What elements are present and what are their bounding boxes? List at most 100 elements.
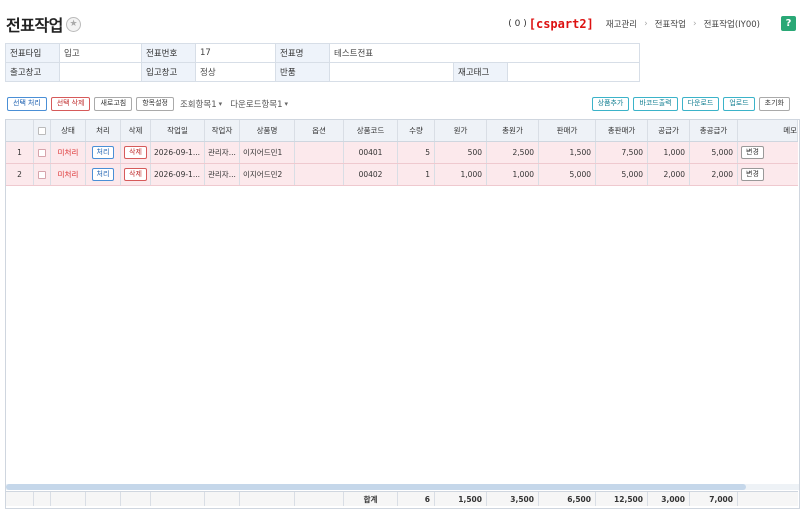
status-cell: 미처리 — [51, 142, 86, 163]
col-header-process[interactable]: 처리 — [86, 120, 121, 141]
memo-change-button[interactable]: 변경 — [741, 146, 764, 159]
process-button[interactable]: 처리 — [91, 168, 115, 181]
col-header-total-cost[interactable]: 총원가 — [487, 120, 539, 141]
total-supply-cell: 5,000 — [690, 142, 738, 163]
slip-info-form: 전표타입 입고 전표번호 17 전표명 테스트전표 출고창고 입고창고 정상 반… — [5, 43, 641, 82]
footer-blank — [205, 492, 240, 506]
outbound-warehouse-label: 출고창고 — [5, 62, 60, 82]
option-cell — [295, 142, 344, 163]
status-cell: 미처리 — [51, 164, 86, 185]
select-all-checkbox[interactable] — [38, 126, 46, 135]
memo-cell: 변경 — [738, 164, 798, 185]
supply-cell: 2,000 — [648, 164, 690, 185]
upload-button[interactable]: 업로드 — [723, 97, 755, 111]
row-checkbox[interactable] — [38, 170, 46, 179]
footer-total-label: 합계 — [344, 492, 398, 506]
total-cost-cell: 1,000 — [487, 164, 539, 185]
price-cell: 5,000 — [539, 164, 596, 185]
memo-cell: 변경 — [738, 142, 798, 163]
row-number-header — [6, 120, 34, 141]
col-header-worker[interactable]: 작업자 — [205, 120, 240, 141]
date-cell: 2026-09-1... — [151, 142, 205, 163]
footer-supply: 3,000 — [648, 492, 690, 506]
col-header-total-price[interactable]: 총판매가 — [596, 120, 648, 141]
col-header-date[interactable]: 작업일 — [151, 120, 205, 141]
count-indicator: ( 0 ) — [508, 19, 527, 29]
footer-blank — [738, 492, 798, 506]
slip-name-value: 테스트전표 — [328, 43, 641, 63]
stock-tag-value — [506, 62, 641, 82]
select-delete-button[interactable]: 선택 삭제 — [50, 97, 91, 111]
row-checkbox-cell[interactable] — [34, 164, 51, 185]
inbound-warehouse-label: 입고창고 — [141, 62, 196, 82]
row-checkbox-cell[interactable] — [34, 142, 51, 163]
table-row[interactable]: 2 미처리 처리 삭제 2026-09-1... 관리자... 이지어드민2 0… — [6, 164, 798, 186]
col-header-memo[interactable]: 메모 — [738, 120, 798, 141]
footer-cost: 1,500 — [435, 492, 487, 506]
column-settings-button[interactable]: 항목설정 — [136, 97, 174, 111]
memo-change-button[interactable]: 변경 — [741, 168, 764, 181]
chevron-down-icon: ▾ — [284, 100, 289, 108]
col-header-product[interactable]: 상품명 — [240, 120, 295, 141]
toolbar-left: 선택 처리 선택 삭제 새로고침 항목설정 조회항목1 ▾ 다운로드항목1 ▾ — [7, 97, 290, 111]
horizontal-scrollbar[interactable] — [6, 484, 746, 490]
download-items-value: 다운로드항목1 — [230, 100, 283, 110]
col-header-supply[interactable]: 공급가 — [648, 120, 690, 141]
stock-tag-label: 재고태그 — [453, 62, 508, 82]
row-checkbox[interactable] — [38, 148, 46, 157]
col-header-code[interactable]: 상품코드 — [344, 120, 398, 141]
col-header-total-supply[interactable]: 총공급가 — [690, 120, 738, 141]
product-cell: 이지어드민2 — [240, 164, 295, 185]
footer-blank — [295, 492, 344, 506]
footer-blank — [86, 492, 121, 506]
total-price-cell: 5,000 — [596, 164, 648, 185]
footer-blank — [151, 492, 205, 506]
chevron-right-icon: › — [692, 19, 697, 29]
total-cost-cell: 2,500 — [487, 142, 539, 163]
footer-total-price: 12,500 — [596, 492, 648, 506]
footer-price: 6,500 — [539, 492, 596, 506]
col-header-price[interactable]: 판매가 — [539, 120, 596, 141]
page-title: 전표작업 — [6, 16, 63, 35]
barcode-print-button[interactable]: 바코드출력 — [633, 97, 678, 111]
slip-items-grid: 상태 처리 삭제 작업일 작업자 상품명 옵션 상품코드 수량 원가 총원가 판… — [5, 119, 800, 509]
download-button[interactable]: 다운로드 — [681, 97, 720, 111]
refresh-button[interactable]: 새로고침 — [94, 97, 133, 111]
favorite-star-icon[interactable]: ★ — [66, 17, 81, 32]
download-items-select[interactable]: 다운로드항목1 ▾ — [228, 97, 290, 111]
breadcrumb-item-slip[interactable]: 전표작업 — [655, 18, 686, 30]
footer-blank — [240, 492, 295, 506]
delete-button[interactable]: 삭제 — [124, 146, 147, 159]
cost-cell: 1,000 — [435, 164, 487, 185]
slip-number-label: 전표번호 — [141, 43, 196, 63]
table-row[interactable]: 1 미처리 처리 삭제 2026-09-1... 관리자... 이지어드민1 0… — [6, 142, 798, 164]
process-button[interactable]: 처리 — [91, 146, 115, 159]
process-cell: 처리 — [86, 164, 121, 185]
help-button[interactable]: ? — [781, 16, 796, 31]
col-header-delete[interactable]: 삭제 — [121, 120, 151, 141]
footer-total-supply: 7,000 — [690, 492, 738, 506]
reset-button[interactable]: 초기화 — [758, 97, 790, 111]
total-supply-cell: 2,000 — [690, 164, 738, 185]
slip-type-label: 전표타입 — [5, 43, 60, 63]
col-header-cost[interactable]: 원가 — [435, 120, 487, 141]
select-process-button[interactable]: 선택 처리 — [7, 97, 47, 111]
code-cell: 00402 — [344, 164, 398, 185]
slip-type-value: 입고 — [59, 43, 142, 63]
toolbar-right: 상품추가 바코드출력 다운로드 업로드 초기화 — [591, 97, 790, 111]
chevron-right-icon: › — [644, 19, 648, 29]
select-all-checkbox-cell[interactable] — [34, 120, 51, 141]
col-header-qty[interactable]: 수량 — [398, 120, 435, 141]
slip-number-value: 17 — [195, 43, 276, 63]
add-product-button[interactable]: 상품추가 — [591, 97, 630, 111]
view-items-select[interactable]: 조회항목1 ▾ — [178, 97, 224, 111]
row-number: 1 — [6, 142, 34, 163]
qty-cell: 1 — [398, 164, 435, 185]
inbound-warehouse-value: 정상 — [195, 62, 276, 82]
worker-cell: 관리자... — [205, 142, 240, 163]
delete-button[interactable]: 삭제 — [124, 168, 147, 181]
col-header-option[interactable]: 옵션 — [295, 120, 344, 141]
col-header-status[interactable]: 상태 — [51, 120, 86, 141]
breadcrumb-item-inventory[interactable]: 재고관리 — [606, 18, 637, 30]
slip-name-label: 전표명 — [275, 43, 330, 63]
